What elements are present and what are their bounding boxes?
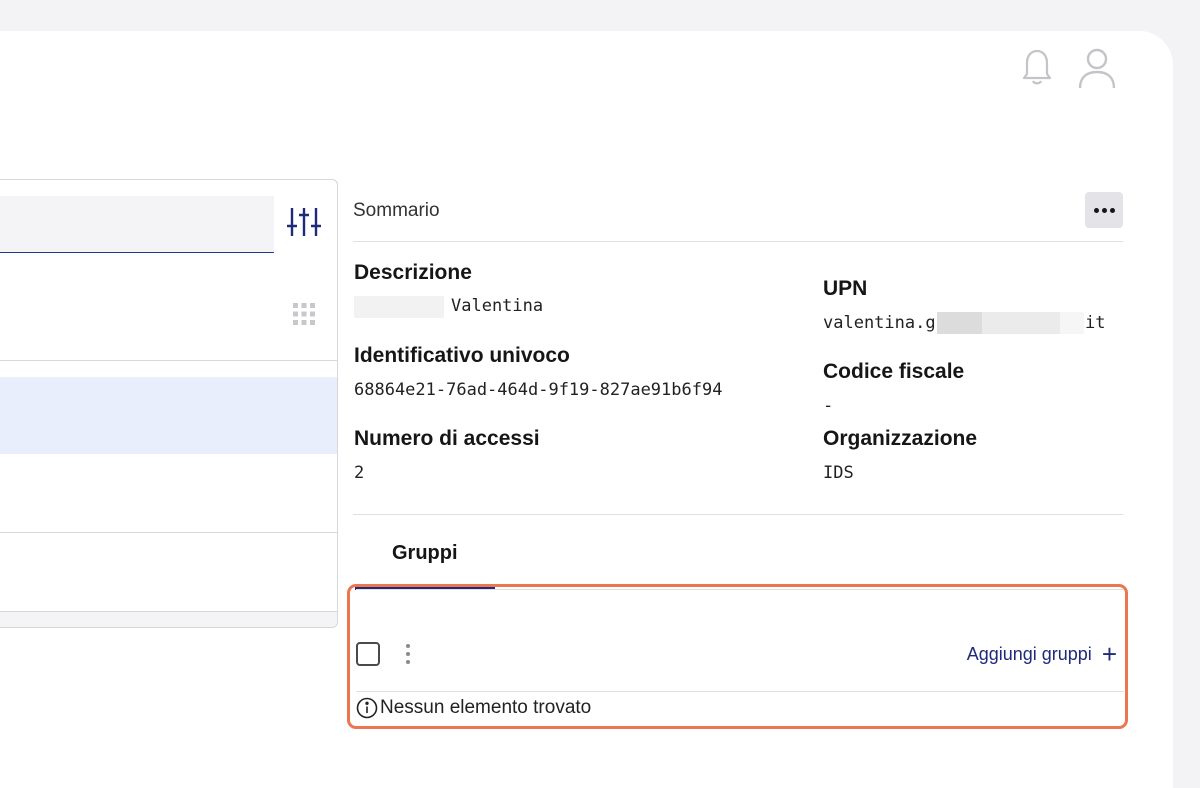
sliders-icon (286, 206, 322, 243)
identificativo-label: Identificativo univoco (354, 344, 570, 367)
list-item-selected[interactable] (0, 377, 337, 454)
numero-accessi-label: Numero di accessi (354, 427, 540, 450)
plus-icon: + (1101, 639, 1117, 669)
section-divider (353, 514, 1123, 515)
summary-title: Sommario (353, 200, 440, 221)
upn-value-prefix: valentina.g (823, 313, 936, 333)
upn-label: UPN (823, 277, 868, 300)
organizzazione-label: Organizzazione (823, 427, 978, 450)
redacted-text (937, 312, 982, 334)
list-item[interactable] (0, 454, 337, 533)
groups-table: Aggiungi gruppi + Nessun elemento trovat… (347, 584, 1128, 729)
table-top-divider (356, 589, 1124, 590)
column-settings-button[interactable] (290, 302, 318, 330)
user-icon (1074, 45, 1120, 96)
organizzazione-value: IDS (823, 463, 854, 483)
grid-icon (292, 302, 316, 331)
summary-header: Sommario (353, 190, 1123, 242)
kebab-icon (406, 644, 410, 648)
user-profile-button[interactable] (1074, 47, 1120, 93)
redacted-text (1060, 312, 1084, 334)
bell-icon (1017, 45, 1057, 92)
users-list-panel (0, 179, 338, 628)
descrizione-value: Valentina (451, 296, 544, 316)
notifications-button[interactable] (1016, 47, 1058, 89)
select-all-checkbox[interactable] (356, 642, 380, 666)
overflow-menu-icon (1093, 207, 1099, 213)
list-header-divider (0, 360, 337, 361)
identificativo-value: 68864e21-76ad-464d-9f19-827ae91b6f94 (354, 380, 723, 400)
filter-button[interactable] (284, 206, 324, 242)
descrizione-label: Descrizione (354, 261, 472, 284)
overflow-menu-button[interactable] (1085, 192, 1123, 228)
list-footer (0, 611, 337, 627)
list-item[interactable] (0, 533, 337, 611)
table-actions-menu[interactable] (402, 641, 414, 667)
numero-accessi-value: 2 (354, 463, 365, 483)
codice-fiscale-value: - (823, 396, 834, 416)
codice-fiscale-label: Codice fiscale (823, 360, 965, 383)
search-input[interactable] (0, 196, 274, 253)
tab-gruppi[interactable]: Gruppi (355, 530, 495, 590)
tab-gruppi-label: Gruppi (392, 542, 458, 564)
empty-state: Nessun elemento trovato (356, 697, 591, 719)
empty-message: Nessun elemento trovato (380, 697, 592, 718)
info-icon (356, 697, 378, 719)
upn-value-suffix: it (1085, 313, 1106, 333)
add-groups-label: Aggiungi gruppi (966, 643, 1092, 664)
add-groups-button[interactable]: Aggiungi gruppi + (967, 639, 1117, 669)
table-header-divider (356, 691, 1124, 692)
redacted-text (982, 312, 1060, 334)
redacted-text (354, 296, 444, 318)
